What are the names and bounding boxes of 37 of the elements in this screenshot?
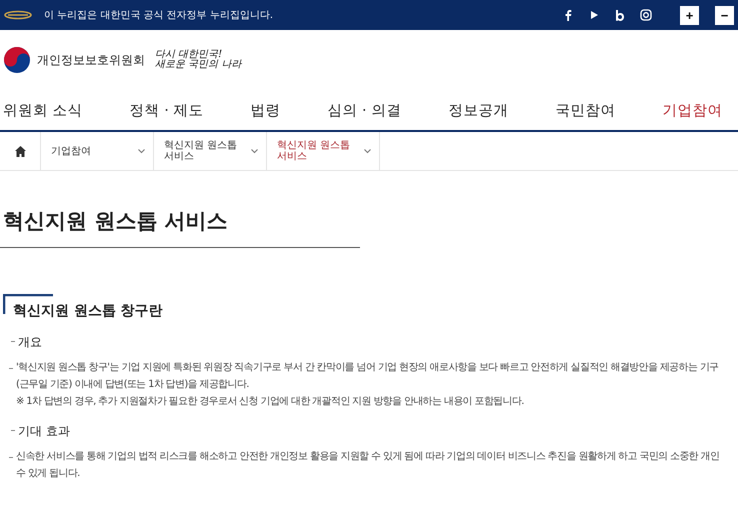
home-icon [14, 146, 26, 156]
section-title: 혁신지원 원스톱 창구란 [13, 302, 164, 320]
blog-icon[interactable] [614, 9, 626, 21]
nav-item[interactable]: 심의 · 의결 [324, 100, 426, 120]
chevron-down-icon [138, 148, 145, 154]
government-notice: 이 누리집은 대한민국 공식 전자정부 누리집입니다. [44, 9, 274, 22]
camera-icon[interactable] [640, 9, 652, 21]
bullet-dash [9, 368, 13, 369]
chevron-down-icon [364, 148, 371, 154]
block-heading: 기대 효과 [18, 423, 70, 440]
zoom-button[interactable]: + [680, 6, 699, 24]
body-text: '혁신지원 원스톱 창구'는 기업 지원에 특화된 위원장 직속기구로 부서 간 칸막이를 넘어 기업 현장의 애로사항을 보다 빠르고 안전하게 실질적인 해결방안을 제공하는 기구 [16, 361, 718, 375]
body-text: 수 있게 됩니다. [16, 467, 81, 481]
zoom-button[interactable]: − [715, 6, 734, 24]
breadcrumb-dropdown[interactable]: 혁신지원 원스톱 서비스 [267, 132, 380, 170]
block-heading: 개요 [18, 334, 42, 351]
nav-item[interactable]: 정책 · 제도 [126, 100, 228, 120]
nav-item[interactable]: 국민참여 [552, 100, 640, 120]
bullet-dash [9, 457, 13, 458]
body-text: ※ 1차 답변의 경우, 추가 지원절차가 필요한 경우로서 신청 기업에 대한 개괄적인 지원 방향을 안내하는 내용이 포함됩니다. [16, 395, 525, 409]
organization-name: 개인정보보호위원회 [37, 52, 145, 68]
nav-item[interactable]: 위원회 소식 [0, 100, 107, 120]
play-icon[interactable] [588, 9, 600, 21]
bullet-dash [11, 341, 15, 342]
body-text: (근무일 기준) 이내에 답변(또는 1차 답변)을 제공합니다. [16, 378, 250, 392]
nav-item[interactable]: 기업참여 [659, 100, 738, 120]
body-text: 신속한 서비스를 통해 기업의 법적 리스크를 해소하고 안전한 개인정보 활용을 지원할 수 있게 됨에 따라 기업의 데이터 비즈니스 추진을 원활하게 하고 국민의 소중한 개인 [16, 450, 720, 464]
taegeuk-logo-icon [3, 46, 31, 74]
chevron-down-icon [251, 148, 258, 154]
nav-item[interactable]: 법령 [247, 100, 304, 120]
breadcrumb-dropdown[interactable]: 기업참여 [41, 132, 154, 170]
page-title: 혁신지원 원스톱 서비스 [3, 208, 229, 235]
emblem-icon [4, 10, 32, 20]
slogan: 다시 대한민국! 새로운 국민의 나라 [155, 50, 242, 70]
nav-item[interactable]: 정보공개 [445, 100, 532, 120]
breadcrumb-dropdown[interactable]: 혁신지원 원스톱 서비스 [154, 132, 267, 170]
bullet-dash [11, 430, 15, 431]
